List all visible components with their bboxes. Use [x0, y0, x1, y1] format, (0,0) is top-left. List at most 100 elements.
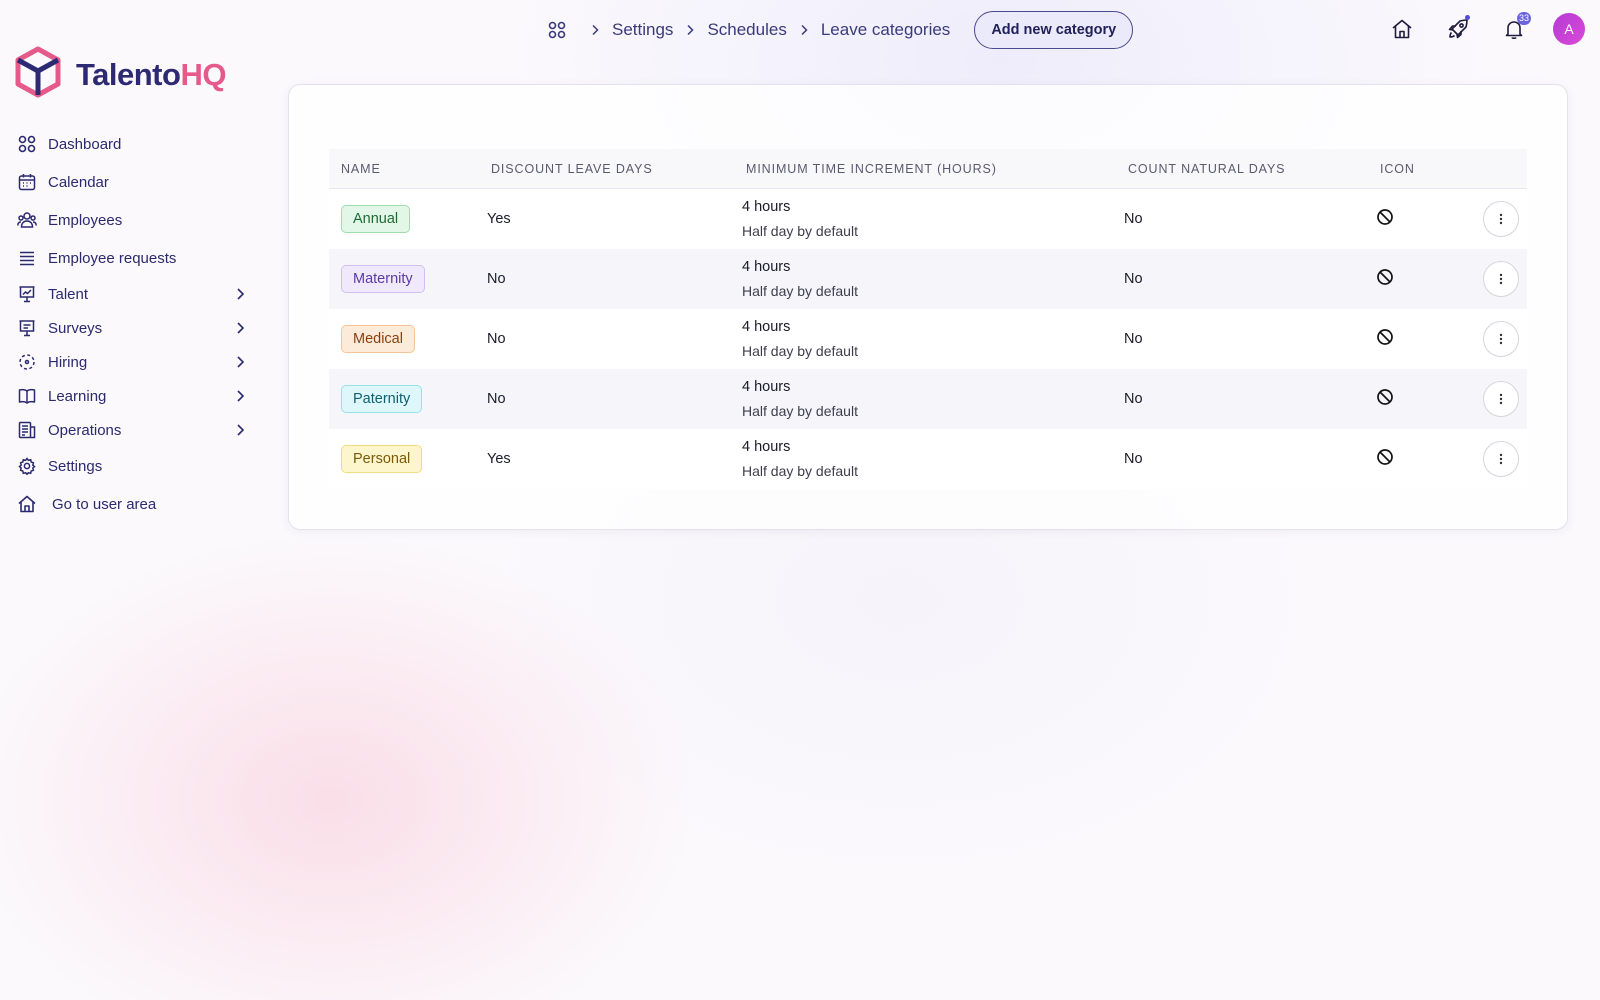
column-header-natural-days[interactable]: COUNT NATURAL DAYS: [1116, 162, 1368, 176]
gear-icon: [16, 455, 38, 477]
more-vertical-icon: [1499, 333, 1503, 345]
users-icon: [16, 209, 38, 231]
chevron-right-icon[interactable]: [232, 422, 248, 438]
row-actions-button[interactable]: [1483, 381, 1519, 417]
presentation-icon: [16, 283, 38, 305]
avatar[interactable]: A: [1553, 13, 1585, 45]
column-header-name[interactable]: NAME: [329, 162, 479, 176]
sidebar-item-label: Operations: [48, 421, 122, 439]
ban-icon: [1376, 208, 1394, 230]
sidebar-item-operations[interactable]: Operations: [16, 413, 248, 447]
chevron-right-icon[interactable]: [232, 354, 248, 370]
increment-note: Half day by default: [742, 343, 858, 359]
ban-icon: [1376, 388, 1394, 410]
sidebar-item-label: Go to user area: [52, 495, 157, 513]
table-row[interactable]: Personal Yes 4 hours Half day by default…: [329, 429, 1527, 489]
category-tag[interactable]: Maternity: [341, 265, 425, 293]
ban-icon: [1376, 328, 1394, 350]
sidebar-item-label: Surveys: [48, 319, 103, 337]
sidebar-item-employees[interactable]: Employees: [16, 201, 248, 239]
home-icon[interactable]: [1385, 12, 1419, 46]
hiring-icon: [16, 351, 38, 373]
chevron-right-icon[interactable]: [232, 286, 248, 302]
more-vertical-icon: [1499, 393, 1503, 405]
row-actions-button[interactable]: [1483, 441, 1519, 477]
column-header-increment[interactable]: MINIMUM TIME INCREMENT (HOURS): [734, 162, 1116, 176]
grid-icon: [16, 133, 38, 155]
sidebar-item-dashboard[interactable]: Dashboard: [16, 125, 248, 163]
sidebar-item-talent[interactable]: Talent: [16, 277, 248, 311]
rocket-icon[interactable]: [1441, 12, 1475, 46]
discount-cell: No: [487, 271, 506, 287]
top-actions: 33 A: [1385, 12, 1585, 46]
sidebar-item-hiring[interactable]: Hiring: [16, 345, 248, 379]
table-row[interactable]: Maternity No 4 hours Half day by default…: [329, 249, 1527, 309]
sidebar-item-surveys[interactable]: Surveys: [16, 311, 248, 345]
sidebar-item-calendar[interactable]: Calendar: [16, 163, 248, 201]
increment-note: Half day by default: [742, 463, 858, 479]
table-header: NAME DISCOUNT LEAVE DAYS MINIMUM TIME IN…: [329, 149, 1527, 189]
breadcrumb-settings[interactable]: Settings: [612, 20, 673, 40]
table-row[interactable]: Medical No 4 hours Half day by default N…: [329, 309, 1527, 369]
operations-icon: [16, 419, 38, 441]
natural-days-cell: No: [1124, 211, 1143, 227]
table-row[interactable]: Annual Yes 4 hours Half day by default N…: [329, 189, 1527, 249]
leave-categories-card: NAME DISCOUNT LEAVE DAYS MINIMUM TIME IN…: [288, 84, 1568, 530]
sidebar-item-settings[interactable]: Settings: [16, 447, 248, 485]
ban-icon: [1376, 268, 1394, 290]
increment-note: Half day by default: [742, 223, 858, 239]
natural-days-cell: No: [1124, 271, 1143, 287]
increment-value: 4 hours: [742, 259, 791, 275]
sidebar-item-label: Hiring: [48, 353, 88, 371]
category-tag[interactable]: Personal: [341, 445, 423, 473]
discount-cell: Yes: [487, 211, 511, 227]
column-header-icon: ICON: [1380, 161, 1415, 176]
category-tag[interactable]: Medical: [341, 325, 415, 353]
chevron-right-icon[interactable]: [232, 320, 248, 336]
sidebar-item-employee-requests[interactable]: Employee requests: [16, 239, 248, 277]
more-vertical-icon: [1499, 213, 1503, 225]
breadcrumb: Settings Schedules Leave categories Add …: [546, 10, 1134, 50]
logo-text-primary: Talento: [76, 56, 181, 92]
calendar-icon: [16, 171, 38, 193]
cube-logo-icon: [14, 46, 62, 103]
add-new-category-button[interactable]: Add new category: [974, 11, 1134, 49]
increment-value: 4 hours: [742, 379, 791, 395]
chevron-right-icon: [588, 23, 602, 37]
rocket-indicator-dot: [1465, 15, 1470, 20]
increment-value: 4 hours: [742, 199, 791, 215]
row-actions-button[interactable]: [1483, 201, 1519, 237]
sidebar-item-label: Employee requests: [48, 249, 177, 267]
category-tag[interactable]: Annual: [341, 205, 411, 233]
sidebar-item-label: Talent: [48, 285, 89, 303]
sidebar-item-go-to-user-area[interactable]: Go to user area: [16, 485, 248, 523]
sidebar-item-label: Employees: [48, 211, 123, 229]
leave-categories-table: NAME DISCOUNT LEAVE DAYS MINIMUM TIME IN…: [329, 149, 1527, 489]
book-icon: [16, 385, 38, 407]
more-vertical-icon: [1499, 453, 1503, 465]
column-header-discount[interactable]: DISCOUNT LEAVE DAYS: [479, 162, 734, 176]
apps-grid-icon[interactable]: [546, 19, 568, 41]
category-tag[interactable]: Paternity: [341, 385, 423, 413]
table-row[interactable]: Paternity No 4 hours Half day by default…: [329, 369, 1527, 429]
chevron-right-icon[interactable]: [232, 388, 248, 404]
discount-cell: No: [487, 391, 506, 407]
home-icon: [16, 493, 38, 515]
notifications-badge: 33: [1516, 12, 1531, 25]
breadcrumb-leave-categories: Leave categories: [820, 20, 951, 39]
chevron-right-icon: [797, 23, 811, 37]
breadcrumb-schedules[interactable]: Schedules: [707, 20, 786, 40]
list-icon: [16, 247, 38, 269]
logo[interactable]: TalentoHQ: [14, 46, 226, 103]
bell-icon[interactable]: 33: [1497, 12, 1531, 46]
row-actions-button[interactable]: [1483, 321, 1519, 357]
logo-text-accent: HQ: [180, 56, 226, 92]
row-actions-button[interactable]: [1483, 261, 1519, 297]
increment-value: 4 hours: [742, 439, 791, 455]
sidebar-nav: Dashboard Calendar Employees Employee re…: [16, 125, 248, 523]
sidebar-item-learning[interactable]: Learning: [16, 379, 248, 413]
sidebar-item-label: Settings: [48, 457, 103, 475]
increment-value: 4 hours: [742, 319, 791, 335]
increment-note: Half day by default: [742, 403, 858, 419]
discount-cell: No: [487, 331, 506, 347]
